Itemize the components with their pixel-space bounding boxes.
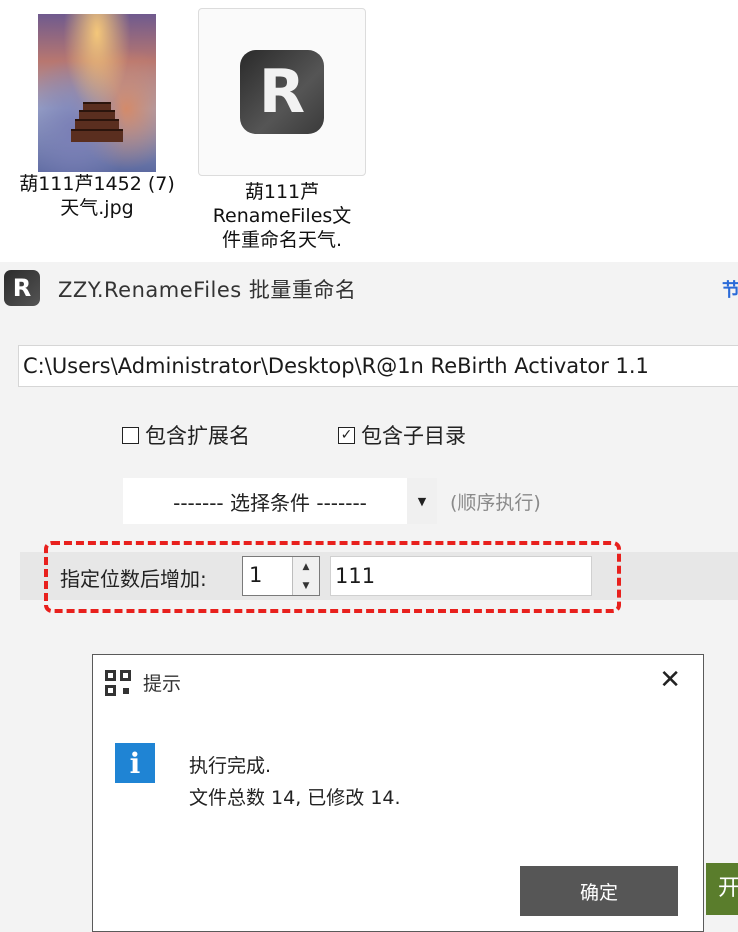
folder-path-input[interactable]: C:\Users\Administrator\Desktop\R@1n ReBi…: [18, 345, 738, 387]
highlight-annotation: [44, 541, 621, 613]
file-name-line: 葫111芦: [244, 181, 320, 203]
titlebar-edge-glyph[interactable]: 节: [722, 276, 738, 302]
file-icon-image[interactable]: 葫111芦1452 (7) 天气.jpg: [12, 8, 182, 220]
include-subfolders-checkbox[interactable]: ✓ 包含子目录: [338, 420, 466, 450]
order-hint: (顺序执行): [450, 492, 541, 514]
include-extension-checkbox[interactable]: 包含扩展名: [122, 420, 250, 450]
app-thumbnail: R: [198, 8, 366, 176]
file-name-line: RenameFiles文: [212, 205, 352, 227]
chevron-down-icon[interactable]: ▼: [407, 478, 437, 524]
image-thumbnail: [38, 14, 156, 172]
app-logo-icon: R: [4, 270, 40, 306]
condition-selected-value: ------- 选择条件 -------: [173, 490, 367, 515]
start-button[interactable]: 开: [706, 863, 738, 915]
file-name-line: 件重命名天气.: [221, 229, 343, 251]
file-name-line: 天气.jpg: [60, 197, 134, 219]
file-name-line: 葫111芦1452 (7): [19, 173, 175, 195]
checkbox-label: 包含子目录: [361, 424, 466, 448]
dialog-message-line: 文件总数 14, 已修改 14.: [189, 787, 401, 809]
dialog-titlebar: 提示: [105, 669, 181, 696]
close-icon[interactable]: ✕: [659, 665, 681, 695]
dialog-title: 提示: [143, 673, 182, 695]
checkbox-box[interactable]: ✓: [338, 426, 355, 444]
checkbox-label: 包含扩展名: [145, 424, 250, 448]
title-bar[interactable]: R ZZY.RenameFiles 批量重命名 节: [0, 262, 738, 312]
file-icon-app[interactable]: R 葫111芦 RenameFiles文 件重命名天气.: [192, 8, 372, 252]
dialog-message-line: 执行完成.: [189, 755, 272, 777]
condition-select[interactable]: ------- 选择条件 ------- ▼: [123, 478, 437, 524]
renamefiles-logo-icon: R: [240, 50, 324, 134]
qr-code-icon: [105, 669, 131, 696]
ok-button[interactable]: 确定: [520, 866, 678, 916]
info-icon: i: [115, 743, 155, 783]
message-dialog: 提示 ✕ i 执行完成. 文件总数 14, 已修改 14. 确定: [92, 654, 704, 932]
checkbox-box[interactable]: [122, 426, 139, 444]
window-title: ZZY.RenameFiles 批量重命名: [58, 278, 357, 302]
